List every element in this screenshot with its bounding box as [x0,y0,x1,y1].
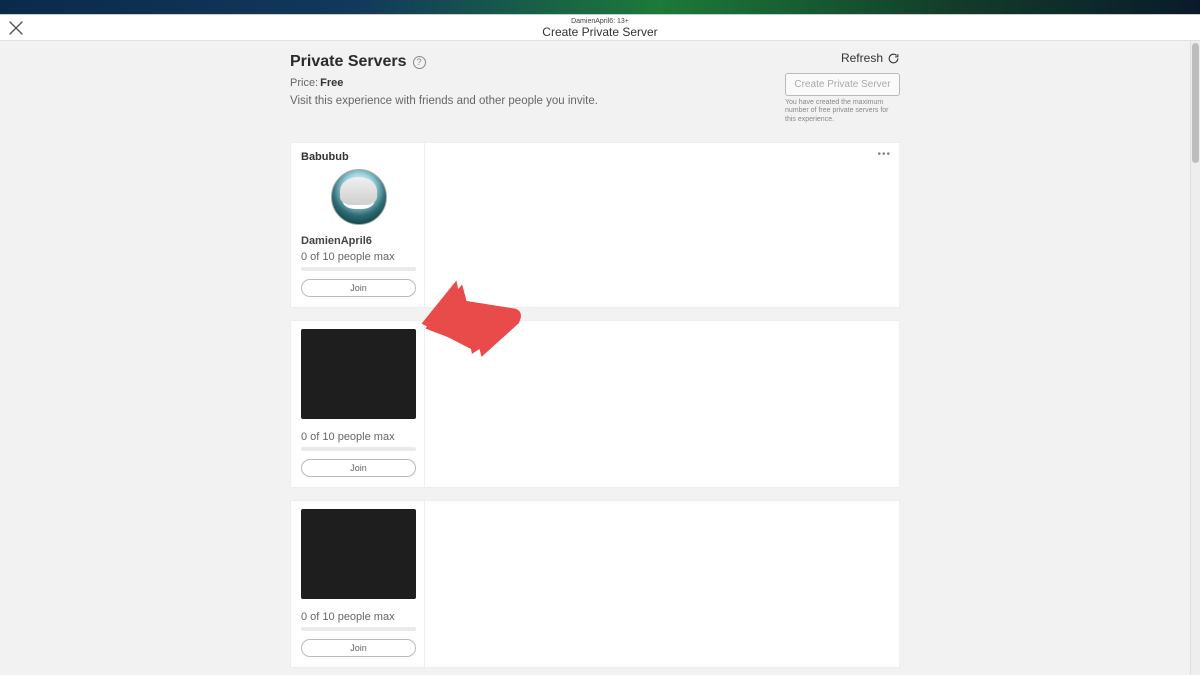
player-count: 0 of 10 people max [301,251,416,263]
section-header: Private Servers ? Price:Free Visit this … [290,53,900,124]
price-value: Free [320,77,343,89]
private-server-modal: DamienApril6: 13+ Create Private Server … [0,14,1200,675]
price-row: Price:Free [290,77,785,89]
capacity-bar [301,447,416,451]
refresh-icon [887,52,900,65]
join-button[interactable]: Join [301,639,416,657]
scrollbar[interactable] [1190,41,1200,675]
server-thumbnail [301,509,416,599]
join-button[interactable]: Join [301,279,416,297]
create-private-server-button: Create Private Server [785,73,900,96]
modal-subtitle: DamienApril6: 13+ [571,18,629,25]
max-servers-note: You have created the maximum number of f… [785,99,900,124]
scrollbar-thumb[interactable] [1192,43,1199,163]
server-card: ••• Babubub DamienApril6 0 of 10 people … [290,142,900,308]
refresh-label: Refresh [841,51,883,65]
content: Private Servers ? Price:Free Visit this … [290,53,900,675]
player-count: 0 of 10 people max [301,611,416,623]
modal-header: DamienApril6: 13+ Create Private Server [0,15,1200,41]
section-description: Visit this experience with friends and o… [290,95,785,107]
avatar [331,169,387,225]
modal-title: Create Private Server [542,26,657,38]
player-count: 0 of 10 people max [301,431,416,443]
server-thumbnail [301,329,416,419]
section-title: Private Servers [290,53,407,71]
capacity-bar [301,627,416,631]
content-scroll[interactable]: Private Servers ? Price:Free Visit this … [0,41,1190,675]
help-icon[interactable]: ? [413,56,426,69]
server-name: Babubub [301,151,416,163]
server-list: ••• Babubub DamienApril6 0 of 10 people … [290,142,900,675]
refresh-button[interactable]: Refresh [785,51,900,65]
server-card: 0 of 10 people max Join [290,500,900,668]
backdrop-game-banner [0,0,1200,14]
capacity-bar [301,267,416,271]
join-button[interactable]: Join [301,459,416,477]
server-owner: DamienApril6 [301,235,416,247]
overflow-menu-icon[interactable]: ••• [877,149,891,160]
server-card: 0 of 10 people max Join [290,320,900,488]
close-icon[interactable] [6,18,26,38]
price-label: Price: [290,77,318,89]
